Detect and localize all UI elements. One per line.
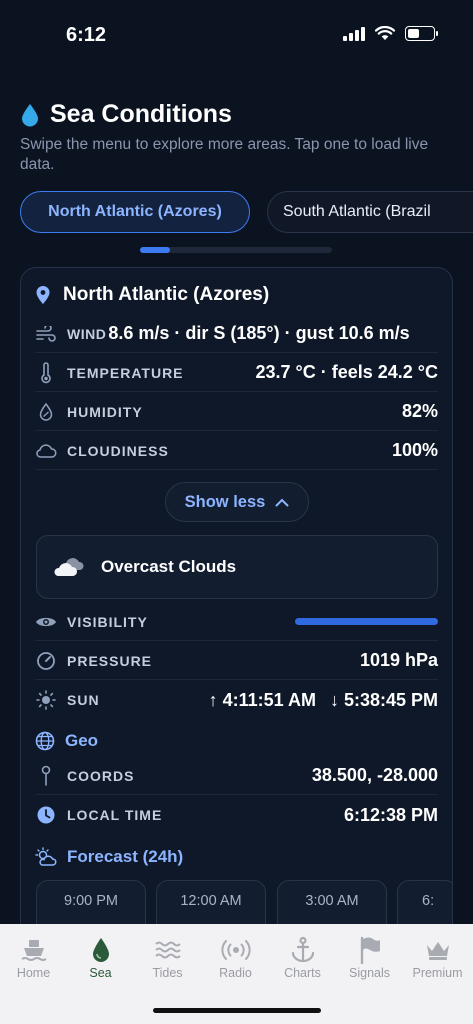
local-time-row: LOCAL TIME 6:12:38 PM bbox=[35, 796, 438, 834]
status-bar: 6:12 bbox=[0, 0, 473, 70]
wind-icon bbox=[35, 325, 57, 342]
local-time-value: 6:12:38 PM bbox=[343, 804, 438, 825]
visibility-row: VISIBILITY bbox=[35, 603, 438, 641]
temperature-row: TEMPERATURE 23.7 °C · feels 24.2 °C bbox=[35, 354, 438, 392]
tab-radio-label: Radio bbox=[219, 966, 252, 980]
weather-description: Overcast Clouds bbox=[101, 557, 237, 576]
ship-icon bbox=[20, 940, 47, 961]
tab-charts-label: Charts bbox=[284, 966, 321, 980]
page-subtitle: Swipe the menu to explore more areas. Ta… bbox=[20, 136, 429, 173]
show-less-label: Show less bbox=[184, 492, 266, 511]
eye-icon bbox=[35, 615, 57, 629]
show-less-button[interactable]: Show less bbox=[165, 482, 309, 522]
tab-tides-label: Tides bbox=[152, 966, 183, 980]
bottom-tab-bar: Home Sea Tides Radio Charts Signals Prem… bbox=[0, 924, 473, 1024]
pressure-row: PRESSURE 1019 hPa bbox=[35, 642, 438, 680]
humidity-icon bbox=[35, 402, 57, 421]
location-header: North Atlantic (Azores) bbox=[35, 284, 269, 306]
sun-row: SUN ↑ 4:11:51 AM ↓ 5:38:45 PM bbox=[35, 681, 438, 719]
tab-signals-label: Signals bbox=[349, 966, 390, 980]
chevron-up-icon bbox=[275, 498, 289, 506]
drop-icon bbox=[22, 103, 38, 126]
sunset-value: ↓ 5:38:45 PM bbox=[329, 689, 438, 710]
tab-sea-label: Sea bbox=[89, 966, 112, 980]
coords-value: 38.500, -28.000 bbox=[311, 765, 438, 785]
page-header: Sea Conditions Swipe the menu to explore… bbox=[20, 100, 460, 175]
tab-premium[interactable]: Premium bbox=[404, 934, 471, 980]
flag-icon bbox=[360, 936, 380, 964]
temperature-value: 23.7 °C · feels 24.2 °C bbox=[255, 362, 439, 382]
status-time: 6:12 bbox=[66, 24, 107, 46]
local-time-label: LOCAL TIME bbox=[67, 807, 163, 823]
visibility-bar bbox=[295, 618, 438, 625]
conditions-card: North Atlantic (Azores) WIND 8.6 m/s · d… bbox=[20, 267, 453, 967]
pressure-value: 1019 hPa bbox=[359, 650, 438, 670]
cloudiness-value: 100% bbox=[391, 440, 438, 460]
waves-icon bbox=[154, 941, 181, 959]
region-chip-south-atlantic[interactable]: South Atlantic (Brazil bbox=[267, 191, 473, 233]
geo-section-title: Geo bbox=[35, 731, 98, 751]
coords-label: COORDS bbox=[67, 767, 135, 784]
coords-row: COORDS 38.500, -28.000 bbox=[35, 757, 438, 795]
humidity-row: HUMIDITY 82% bbox=[35, 393, 438, 431]
weather-summary: Overcast Clouds bbox=[36, 535, 438, 599]
wind-row: WIND 8.6 m/s · dir S (185°) · gust 10.6 … bbox=[35, 315, 438, 353]
cloud-icon bbox=[35, 443, 57, 458]
pressure-label: PRESSURE bbox=[67, 652, 153, 669]
crown-icon bbox=[426, 942, 449, 960]
humidity-value: 82% bbox=[401, 401, 438, 421]
thermometer-icon bbox=[35, 361, 57, 384]
forecast-title: Forecast (24h) bbox=[67, 847, 184, 866]
tab-sea[interactable]: Sea bbox=[67, 934, 134, 980]
tab-charts[interactable]: Charts bbox=[269, 934, 336, 980]
region-scroll-indicator bbox=[140, 247, 332, 253]
tab-home-label: Home bbox=[16, 966, 51, 980]
tab-premium-label: Premium bbox=[412, 966, 463, 980]
radio-icon bbox=[220, 940, 251, 960]
battery-icon bbox=[405, 26, 438, 41]
globe-icon bbox=[35, 731, 55, 751]
drop-icon bbox=[92, 938, 109, 962]
clock-icon bbox=[35, 805, 57, 825]
location-pin-icon bbox=[36, 286, 50, 304]
sun-label: SUN bbox=[67, 692, 100, 708]
tab-tides[interactable]: Tides bbox=[134, 934, 201, 980]
geo-title: Geo bbox=[65, 731, 99, 750]
temperature-label: TEMPERATURE bbox=[67, 364, 184, 381]
status-icons bbox=[343, 26, 438, 41]
anchor-icon bbox=[291, 936, 314, 963]
forecast-section-title: Forecast (24h) bbox=[35, 847, 183, 867]
tab-home[interactable]: Home bbox=[0, 934, 67, 980]
location-name: North Atlantic (Azores) bbox=[63, 284, 270, 305]
wifi-icon bbox=[375, 26, 395, 40]
map-pin-icon bbox=[35, 765, 57, 787]
wind-value: 8.6 m/s · dir S (185°) · gust 10.6 m/s bbox=[108, 323, 410, 343]
sunrise-value: ↑ 4:11:51 AM bbox=[208, 689, 316, 710]
humidity-label: HUMIDITY bbox=[67, 403, 143, 420]
page-title: Sea Conditions bbox=[50, 100, 232, 128]
region-selector[interactable]: North Atlantic (Azores) South Atlantic (… bbox=[20, 191, 473, 233]
home-indicator bbox=[153, 1008, 321, 1013]
gauge-icon bbox=[35, 651, 57, 671]
overcast-cloud-icon bbox=[54, 558, 84, 576]
sun-icon bbox=[35, 690, 57, 710]
tab-signals[interactable]: Signals bbox=[336, 934, 403, 980]
sun-cloud-icon bbox=[35, 847, 57, 866]
tab-radio[interactable]: Radio bbox=[202, 934, 269, 980]
cloudiness-label: CLOUDINESS bbox=[67, 442, 169, 459]
visibility-label: VISIBILITY bbox=[67, 613, 148, 630]
cloudiness-row: CLOUDINESS 100% bbox=[35, 432, 438, 470]
wind-label: WIND bbox=[67, 325, 107, 342]
cell-signal-icon bbox=[343, 26, 365, 41]
region-chip-north-atlantic[interactable]: North Atlantic (Azores) bbox=[20, 191, 250, 233]
